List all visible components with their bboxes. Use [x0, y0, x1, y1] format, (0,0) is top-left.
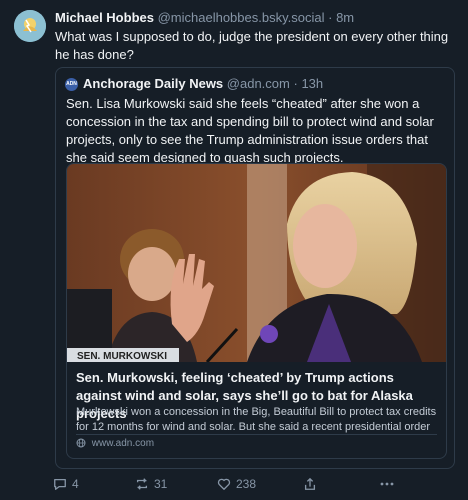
reply-count: 4	[72, 477, 79, 491]
share-icon	[304, 477, 316, 490]
more-button[interactable]	[379, 475, 400, 493]
author-avatar[interactable]	[14, 10, 46, 42]
author-handle[interactable]: @michaelhobbes.bsky.social	[158, 10, 325, 25]
link-card[interactable]: SEN. MURKOWSKI Sen. Murkowski, feeling ‘…	[66, 163, 447, 459]
header-separator: ·	[328, 10, 333, 25]
like-button[interactable]: 238	[217, 475, 256, 493]
quote-author-avatar[interactable]: ADN	[65, 78, 78, 91]
reply-icon	[54, 478, 66, 490]
repost-icon	[136, 478, 148, 490]
quoted-post[interactable]: ADN Anchorage Daily News @adn.com · 13h …	[55, 67, 455, 469]
reply-button[interactable]: 4	[53, 475, 79, 493]
more-icon	[380, 482, 394, 486]
globe-icon	[76, 438, 86, 448]
like-count: 238	[236, 477, 257, 491]
link-card-domain: www.adn.com	[91, 438, 155, 449]
quote-author-name[interactable]: Anchorage Daily News	[83, 76, 223, 91]
link-card-image: SEN. MURKOWSKI	[67, 164, 446, 364]
nameplate-text: SEN. MURKOWSKI	[77, 351, 167, 362]
link-card-footer: www.adn.com	[76, 438, 154, 452]
post-actions: 4 31 238	[53, 475, 463, 493]
quote-time[interactable]: 13h	[301, 76, 323, 91]
quote-text: Sen. Lisa Murkowski said she feels “chea…	[66, 96, 434, 165]
share-button[interactable]	[303, 475, 322, 493]
repost-count: 31	[154, 477, 168, 491]
link-card-description: Murkowski won a concession in the Big, B…	[76, 406, 437, 433]
quote-author-handle[interactable]: @adn.com	[227, 76, 290, 91]
post-header: Michael Hobbes @michaelhobbes.bsky.socia…	[55, 10, 354, 25]
repost-button[interactable]: 31	[135, 475, 167, 493]
quote-header: Anchorage Daily News @adn.com · 13h	[83, 76, 323, 91]
quote-header-separator: ·	[293, 76, 298, 91]
author-name[interactable]: Michael Hobbes	[55, 10, 154, 25]
post-text: What was I supposed to do, judge the pre…	[55, 29, 449, 62]
post-time[interactable]: 8m	[336, 10, 354, 25]
post[interactable]: Michael Hobbes @michaelhobbes.bsky.socia…	[0, 0, 468, 500]
like-icon	[217, 478, 231, 490]
link-card-divider	[76, 434, 437, 435]
